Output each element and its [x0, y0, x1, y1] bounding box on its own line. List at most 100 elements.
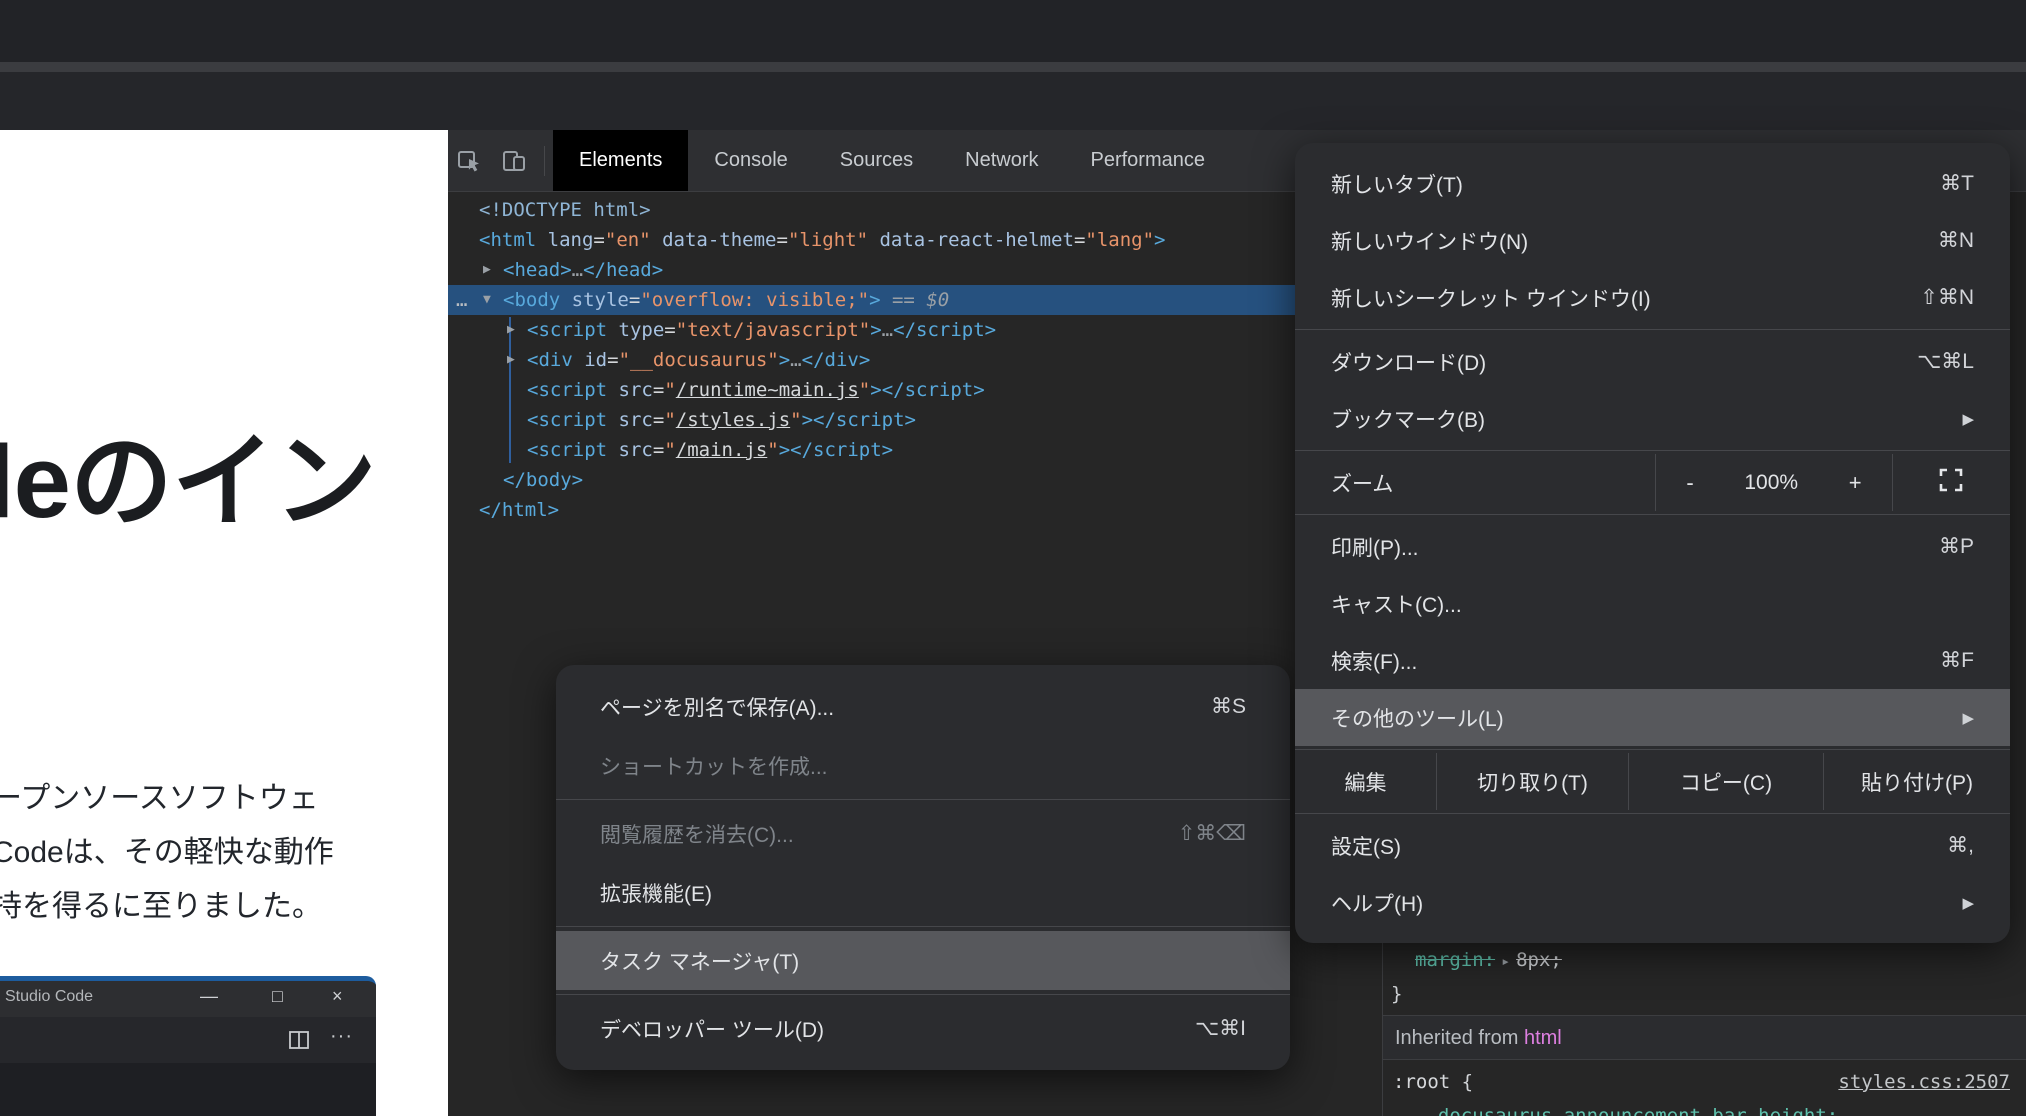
main-menu-item-bookmarks[interactable]: ブックマーク(B)▶: [1295, 390, 2010, 447]
css-declaration-overridden[interactable]: margin:▸8px;: [1383, 943, 2026, 977]
submenu-item-extensions[interactable]: 拡張機能(E): [556, 863, 1290, 922]
code-segment: >: [1154, 229, 1165, 251]
dom-tree-node[interactable]: …▼<body style="overflow: visible;"> == $…: [448, 285, 1382, 315]
collapsed-arrow-icon[interactable]: ▶: [507, 345, 515, 375]
main-menu-item-print[interactable]: 印刷(P)...⌘P: [1295, 518, 2010, 575]
dom-tree-node[interactable]: ▶<div id="__docusaurus">…</div>: [448, 345, 1382, 375]
menu-item-copy[interactable]: コピー(C): [1628, 753, 1823, 810]
main-menu-item-help[interactable]: ヘルプ(H)▶: [1295, 874, 2010, 931]
more-tools-submenu: ページを別名で保存(A)...⌘S ショートカットを作成... 閲覧履歴を消去(C)…: [556, 665, 1290, 1070]
node-actions-ellipsis[interactable]: …: [456, 285, 467, 315]
code-segment: [607, 439, 618, 461]
main-menu-item-cast[interactable]: キャスト(C)...: [1295, 575, 2010, 632]
code-segment: ==: [881, 289, 927, 311]
menu-item-label: 新しいウインドウ(N): [1331, 226, 1908, 256]
code-segment: "lang": [1085, 229, 1154, 251]
submenu-item-save-page-as[interactable]: ページを別名で保存(A)...⌘S: [556, 677, 1290, 736]
page-paragraph: ープンソースソフトウェ Codeは、その軽快な動作 持を得るに至りました。: [0, 772, 334, 934]
code-segment: src: [619, 409, 653, 431]
code-segment: <html: [479, 229, 536, 251]
menu-item-label: 設定(S): [1331, 831, 1917, 861]
code-segment: <script: [527, 439, 607, 461]
menu-item-cut[interactable]: 切り取り(T): [1436, 753, 1628, 810]
main-menu-separator: [1295, 329, 2010, 330]
menu-item-shortcut: ⌘N: [1938, 228, 1974, 253]
code-segment: "__docusaurus": [619, 349, 779, 371]
css-value: 8px;: [1516, 949, 1562, 971]
main-menu-item-new-tab[interactable]: 新しいタブ(T)⌘T: [1295, 155, 2010, 212]
code-segment: <!DOCTYPE html>: [479, 199, 651, 221]
dom-tree-node[interactable]: <html lang="en" data-theme="light" data-…: [448, 225, 1382, 255]
code-segment: ": [767, 439, 778, 461]
tab-performance[interactable]: Performance: [1065, 130, 1232, 191]
tab-console[interactable]: Console: [688, 130, 813, 191]
menu-item-label: 新しいタブ(T): [1331, 169, 1910, 199]
tab-elements[interactable]: Elements: [553, 130, 688, 191]
fullscreen-button[interactable]: [1892, 454, 2009, 511]
open-brace: {: [1450, 1071, 1473, 1093]
menu-item-shortcut: ⇧⌘⌫: [1178, 821, 1246, 846]
main-menu-item-new-incognito-window[interactable]: 新しいシークレット ウインドウ(I)⇧⌘N: [1295, 269, 2010, 326]
code-segment: =: [653, 439, 664, 461]
collapsed-arrow-icon[interactable]: ▶: [483, 255, 491, 285]
zoom-out-button[interactable]: -: [1676, 470, 1703, 496]
code-segment: …: [790, 349, 801, 371]
code-segment: ": [664, 409, 675, 431]
main-menu-item-more-tools[interactable]: その他のツール(L)▶: [1295, 689, 2010, 746]
toolbar-separator: [544, 146, 545, 176]
dom-tree-node[interactable]: ▶<script type="text/javascript">…</scrip…: [448, 315, 1382, 345]
main-menu-item-settings[interactable]: 設定(S)⌘,: [1295, 817, 2010, 874]
dom-tree-node[interactable]: <!DOCTYPE html>: [448, 195, 1382, 225]
code-segment: =: [593, 229, 604, 251]
menu-item-label: ショートカットを作成...: [600, 751, 1246, 781]
collapsed-arrow-icon[interactable]: ▶: [507, 315, 515, 345]
css-custom-property[interactable]: --docusaurus-announcement-bar-height:: [1383, 1099, 2026, 1116]
submenu-item-task-manager[interactable]: タスク マネージャ(T): [556, 931, 1290, 990]
dom-tree-node[interactable]: ▶<head>…</head>: [448, 255, 1382, 285]
code-segment: "en": [605, 229, 651, 251]
inherited-selector[interactable]: html: [1524, 1027, 1562, 1049]
code-segment: =: [629, 289, 640, 311]
dom-tree-node[interactable]: <script src="/main.js"></script>: [448, 435, 1382, 465]
tab-network[interactable]: Network: [939, 130, 1064, 191]
submenu-item-developer-tools[interactable]: デベロッパー ツール(D)⌥⌘I: [556, 999, 1290, 1058]
main-menu-separator: [1295, 450, 2010, 451]
code-segment: <body: [503, 289, 560, 311]
expanded-arrow-icon[interactable]: ▼: [483, 285, 491, 315]
dom-tree-node[interactable]: </html>: [448, 495, 1382, 525]
menu-item-shortcut: ⇧⌘N: [1920, 285, 1974, 310]
menu-item-label: ダウンロード(D): [1331, 347, 1887, 377]
vscode-titlebar: Studio Code — □ ×: [0, 981, 376, 1017]
zoom-level: 100%: [1744, 471, 1798, 495]
stylesheet-source-link[interactable]: styles.css:2507: [1838, 1065, 2010, 1099]
dom-tree-node[interactable]: <script src="/runtime~main.js"></script>: [448, 375, 1382, 405]
code-segment: [607, 409, 618, 431]
code-segment: ": [790, 409, 801, 431]
page-title: leのイン: [0, 398, 376, 547]
code-segment: =: [1074, 229, 1085, 251]
menu-item-label: 拡張機能(E): [600, 878, 1246, 908]
submenu-item-clear-browsing-data[interactable]: 閲覧履歴を消去(C)...⇧⌘⌫: [556, 804, 1290, 863]
tab-sources[interactable]: Sources: [814, 130, 939, 191]
code-segment: </body>: [503, 469, 583, 491]
menu-item-label: キャスト(C)...: [1331, 589, 1974, 619]
zoom-in-button[interactable]: +: [1839, 470, 1872, 496]
code-segment: [868, 229, 879, 251]
main-menu-item-new-window[interactable]: 新しいウインドウ(N) ⌘N: [1295, 212, 2010, 269]
code-segment: type: [619, 319, 665, 341]
dom-tree-node[interactable]: <script src="/styles.js"></script>: [448, 405, 1382, 435]
main-menu-item-find[interactable]: 検索(F)...⌘F: [1295, 632, 2010, 689]
inspect-element-icon[interactable]: [448, 130, 492, 191]
dom-tree-node[interactable]: </body>: [448, 465, 1382, 495]
main-menu-item-downloads[interactable]: ダウンロード(D)⌥⌘L: [1295, 333, 2010, 390]
menu-item-paste[interactable]: 貼り付け(P): [1823, 753, 2010, 810]
code-segment: …: [882, 319, 893, 341]
css-property: margin:: [1415, 949, 1495, 971]
menu-item-label: ヘルプ(H): [1331, 888, 1932, 918]
code-segment: "light": [788, 229, 868, 251]
expand-shorthand-icon[interactable]: ▸: [1495, 952, 1516, 970]
device-toolbar-icon[interactable]: [492, 130, 536, 191]
code-segment: <div: [527, 349, 573, 371]
submenu-item-create-shortcut[interactable]: ショートカットを作成...: [556, 736, 1290, 795]
paragraph-line: Codeは、その軽快な動作: [0, 826, 334, 880]
